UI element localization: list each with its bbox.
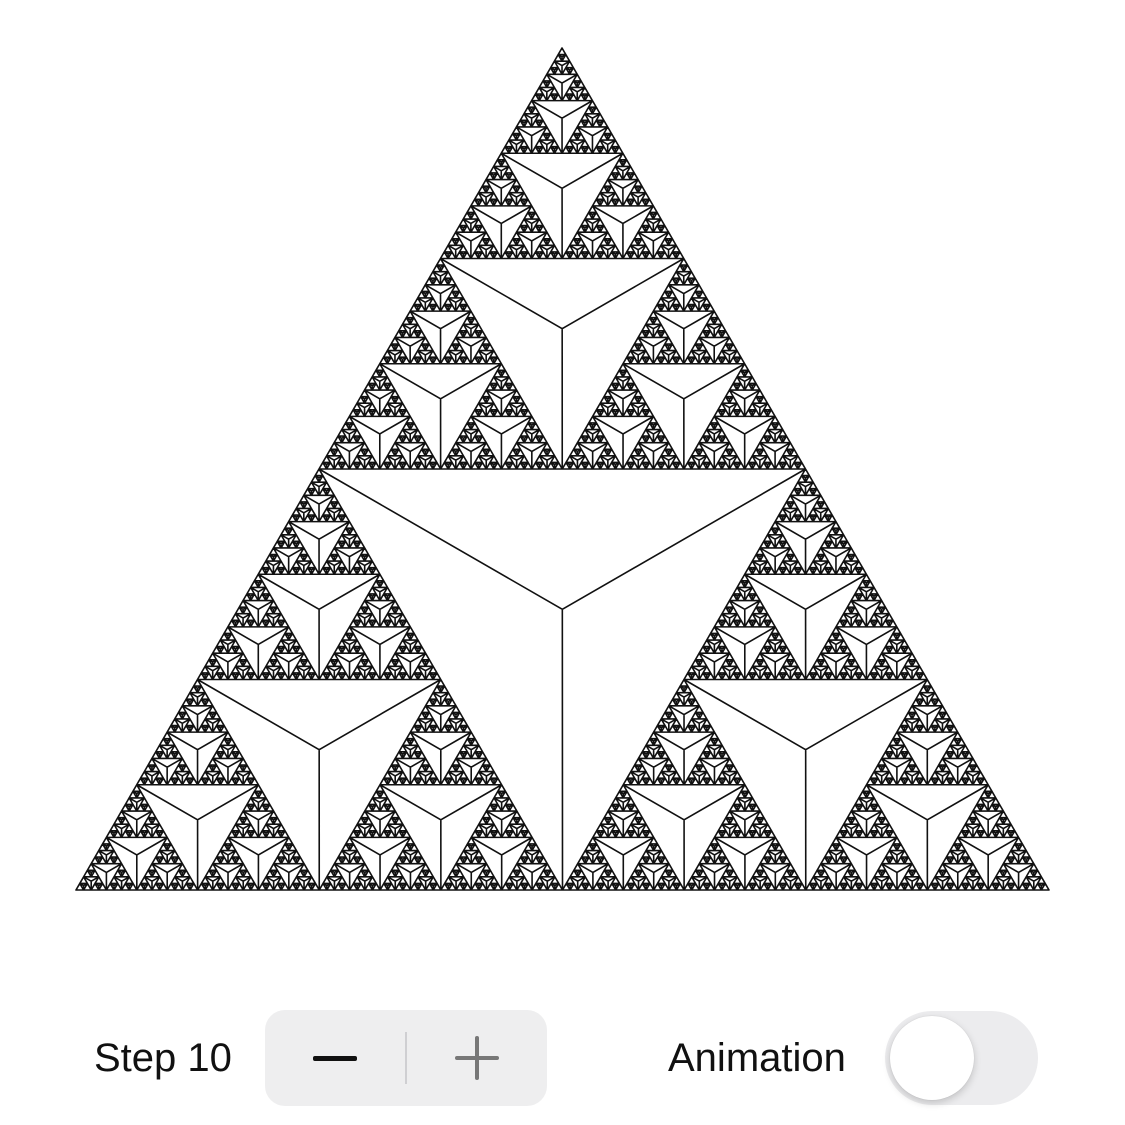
- plus-icon: [455, 1036, 499, 1080]
- fractal-path: [75, 47, 1050, 891]
- sierpinski-fractal: [75, 47, 1050, 891]
- minus-icon: [313, 1055, 357, 1061]
- step-label: Step 10: [94, 1036, 232, 1080]
- animation-label: Animation: [668, 1036, 846, 1080]
- controls-bar: Step 10 Animation: [0, 1008, 1125, 1106]
- fractal-canvas: [75, 47, 1050, 891]
- increment-button[interactable]: [407, 1010, 547, 1106]
- decrement-button[interactable]: [265, 1010, 405, 1106]
- toggle-knob: [890, 1016, 974, 1100]
- animation-toggle[interactable]: [885, 1011, 1038, 1105]
- step-stepper: [265, 1010, 547, 1106]
